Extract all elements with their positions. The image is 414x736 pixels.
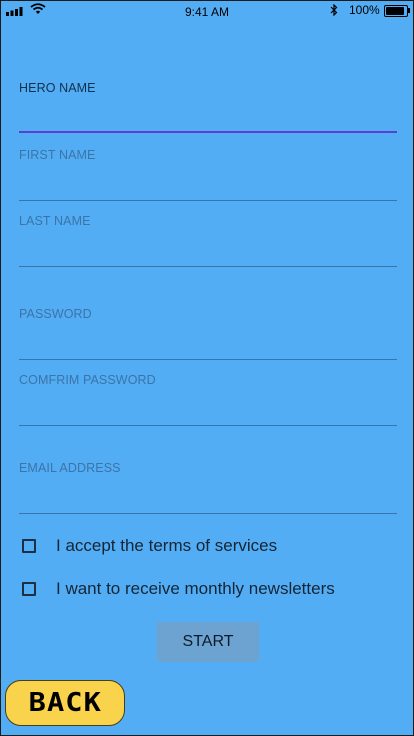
last-name-field: LAST NAME	[19, 214, 397, 267]
back-button[interactable]: BACK	[5, 680, 125, 726]
terms-checkbox[interactable]	[22, 539, 36, 553]
bluetooth-icon	[330, 3, 338, 19]
hero-name-label: HERO NAME	[19, 81, 96, 95]
signup-screen: 9:41 AM 100% HERO NAME FIRST NAME LAST N…	[0, 0, 414, 736]
battery-level-fill	[386, 7, 404, 15]
last-name-input[interactable]	[19, 236, 397, 264]
first-name-label: FIRST NAME	[19, 148, 96, 162]
email-label: EMAIL ADDRESS	[19, 461, 121, 475]
start-button[interactable]: START	[157, 622, 259, 662]
battery-icon	[384, 5, 408, 17]
password-label: PASSWORD	[19, 307, 92, 321]
battery-nub	[408, 8, 410, 13]
terms-checkbox-label[interactable]: I accept the terms of services	[56, 536, 277, 556]
hero-name-underline	[19, 131, 397, 133]
password-input[interactable]	[19, 329, 397, 357]
confirm-password-input[interactable]	[19, 395, 397, 423]
password-field: PASSWORD	[19, 307, 397, 360]
email-field: EMAIL ADDRESS	[19, 461, 397, 514]
newsletter-checkbox-label[interactable]: I want to receive monthly newsletters	[56, 579, 335, 599]
first-name-underline	[19, 200, 397, 201]
last-name-underline	[19, 266, 397, 267]
newsletter-checkbox[interactable]	[22, 582, 36, 596]
email-underline	[19, 513, 397, 514]
email-input[interactable]	[19, 483, 397, 511]
first-name-input[interactable]	[19, 170, 397, 198]
confirm-password-underline	[19, 425, 397, 426]
terms-checkbox-row[interactable]: I accept the terms of services	[22, 535, 277, 557]
status-bar: 9:41 AM 100%	[1, 1, 413, 23]
hero-name-input[interactable]	[19, 103, 397, 131]
password-underline	[19, 359, 397, 360]
confirm-password-field: COMFRIM PASSWORD	[19, 373, 397, 426]
back-button-label: BACK	[28, 688, 102, 718]
battery-percent: 100%	[349, 3, 380, 17]
newsletter-checkbox-row[interactable]: I want to receive monthly newsletters	[22, 578, 335, 600]
first-name-field: FIRST NAME	[19, 148, 397, 201]
confirm-password-label: COMFRIM PASSWORD	[19, 373, 156, 387]
hero-name-field: HERO NAME	[19, 81, 397, 133]
last-name-label: LAST NAME	[19, 214, 91, 228]
